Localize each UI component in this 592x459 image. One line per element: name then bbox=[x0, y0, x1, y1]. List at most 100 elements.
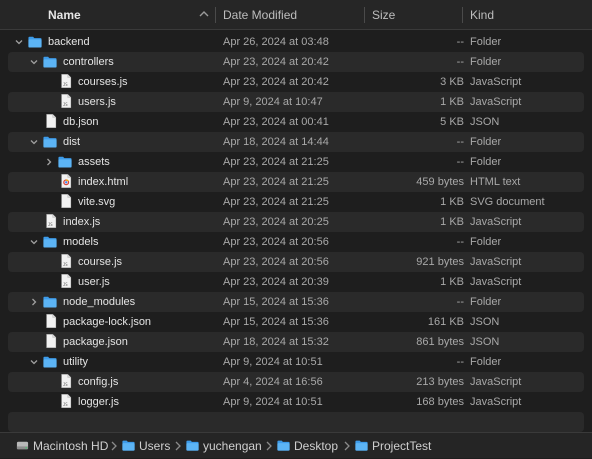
item-date-modified: Apr 23, 2024 at 20:25 bbox=[223, 216, 329, 228]
item-name: dist bbox=[63, 136, 81, 148]
file-row[interactable]: JS index.js Apr 23, 2024 at 20:25 1 KB JavaS… bbox=[8, 212, 584, 232]
javascript-file-icon: JS bbox=[46, 214, 57, 228]
item-date-modified: Apr 15, 2024 at 15:36 bbox=[223, 316, 329, 328]
item-size: 213 bytes bbox=[416, 376, 464, 388]
breadcrumb-item[interactable]: Desktop bbox=[294, 433, 338, 459]
item-kind: Folder bbox=[470, 136, 502, 148]
column-divider[interactable] bbox=[215, 7, 216, 23]
file-row[interactable]: JS user.js Apr 23, 2024 at 20:39 1 KB JavaSc… bbox=[8, 272, 584, 292]
folder-row[interactable]: node_modules Apr 15, 2024 at 15:36 -- Folde… bbox=[8, 292, 584, 312]
disclosure-chevron-down-icon[interactable] bbox=[29, 57, 39, 67]
column-divider[interactable] bbox=[364, 7, 365, 23]
item-size: 1 KB bbox=[440, 216, 464, 228]
item-size: 5 KB bbox=[440, 116, 464, 128]
javascript-file-icon: JS bbox=[61, 74, 72, 88]
javascript-file-icon: JS bbox=[61, 394, 72, 408]
item-date-modified: Apr 23, 2024 at 20:42 bbox=[223, 76, 329, 88]
folder-row[interactable]: models Apr 23, 2024 at 20:56 -- Folder bbox=[8, 232, 584, 252]
item-date-modified: Apr 23, 2024 at 20:42 bbox=[223, 56, 329, 68]
column-header-date-modified[interactable]: Date Modified bbox=[223, 0, 363, 30]
file-row[interactable]: JS logger.js Apr 9, 2024 at 10:51 168 bytes… bbox=[8, 392, 584, 412]
item-size: 1 KB bbox=[440, 196, 464, 208]
column-header-kind[interactable]: Kind bbox=[470, 0, 580, 30]
folder-row[interactable]: controllers Apr 23, 2024 at 20:42 -- Folder bbox=[8, 52, 584, 72]
item-name: assets bbox=[78, 156, 110, 168]
file-row[interactable]: package.json Apr 18, 2024 at 15:32 861 byt… bbox=[8, 332, 584, 352]
file-row[interactable]: JS users.js Apr 9, 2024 at 10:47 1 KB JavaSc… bbox=[8, 92, 584, 112]
file-row[interactable]: db.json Apr 23, 2024 at 00:41 5 KB JSON bbox=[8, 112, 584, 132]
file-row[interactable]: JS courses.js Apr 23, 2024 at 20:42 3 KB Jav… bbox=[8, 72, 584, 92]
document-file-icon bbox=[46, 314, 57, 328]
hard-drive-icon bbox=[16, 441, 29, 450]
svg-text:JS: JS bbox=[63, 282, 68, 287]
disclosure-chevron-down-icon[interactable] bbox=[29, 137, 39, 147]
folder-row[interactable]: backend Apr 26, 2024 at 03:48 -- Folder bbox=[8, 32, 584, 52]
folder-row[interactable]: dist Apr 18, 2024 at 14:44 -- Folder bbox=[8, 132, 584, 152]
item-date-modified: Apr 23, 2024 at 20:56 bbox=[223, 256, 329, 268]
breadcrumb-item[interactable]: Users bbox=[139, 433, 170, 459]
item-date-modified: Apr 23, 2024 at 21:25 bbox=[223, 176, 329, 188]
chevron-right-icon bbox=[344, 441, 350, 451]
item-name: course.js bbox=[78, 256, 123, 268]
item-size: 1 KB bbox=[440, 96, 464, 108]
chevron-right-icon bbox=[111, 441, 117, 451]
folder-icon bbox=[28, 36, 42, 48]
item-date-modified: Apr 9, 2024 at 10:51 bbox=[223, 396, 323, 408]
column-header-bar: Name Date Modified Size Kind bbox=[0, 0, 592, 30]
sort-chevron-up-icon[interactable] bbox=[198, 8, 210, 20]
item-name: db.json bbox=[63, 116, 99, 128]
path-bar: Macintosh HD Users yuchengan Desktop Project… bbox=[0, 432, 592, 458]
disclosure-chevron-down-icon[interactable] bbox=[29, 237, 39, 247]
disclosure-chevron-right-icon[interactable] bbox=[29, 297, 39, 307]
item-kind: JavaScript bbox=[470, 76, 522, 88]
item-kind: Folder bbox=[470, 56, 502, 68]
item-name: utility bbox=[63, 356, 89, 368]
column-divider[interactable] bbox=[462, 7, 463, 23]
document-file-icon bbox=[46, 334, 57, 348]
disclosure-chevron-down-icon[interactable] bbox=[14, 37, 24, 47]
item-name: index.html bbox=[78, 176, 129, 188]
item-kind: JavaScript bbox=[470, 376, 522, 388]
file-row[interactable]: vite.svg Apr 23, 2024 at 21:25 1 KB SVG doc… bbox=[8, 192, 584, 212]
breadcrumb-item[interactable]: ProjectTest bbox=[372, 433, 431, 459]
folder-row[interactable]: utility Apr 9, 2024 at 10:51 -- Folder bbox=[8, 352, 584, 372]
item-kind: Folder bbox=[470, 156, 502, 168]
item-size: -- bbox=[456, 136, 464, 148]
item-name: users.js bbox=[78, 96, 116, 108]
item-kind: Folder bbox=[470, 356, 502, 368]
item-size: 1 KB bbox=[440, 276, 464, 288]
svg-text:JS: JS bbox=[63, 382, 68, 387]
item-size: 861 bytes bbox=[416, 336, 464, 348]
item-size: -- bbox=[456, 356, 464, 368]
document-file-icon bbox=[46, 114, 57, 128]
folder-icon bbox=[43, 356, 57, 368]
disclosure-chevron-down-icon[interactable] bbox=[29, 357, 39, 367]
svg-text:JS: JS bbox=[63, 82, 68, 87]
item-date-modified: Apr 23, 2024 at 20:39 bbox=[223, 276, 329, 288]
column-header-name[interactable]: Name bbox=[48, 0, 218, 30]
file-row[interactable]: package-lock.json Apr 15, 2024 at 15:36 16… bbox=[8, 312, 584, 332]
file-row[interactable]: JS course.js Apr 23, 2024 at 20:56 921 byte… bbox=[8, 252, 584, 272]
javascript-file-icon: JS bbox=[61, 94, 72, 108]
breadcrumb-item[interactable]: Macintosh HD bbox=[33, 433, 108, 459]
file-row[interactable]: JS config.js Apr 4, 2024 at 16:56 213 bytes… bbox=[8, 372, 584, 392]
item-kind: JSON bbox=[470, 316, 500, 328]
item-kind: JSON bbox=[470, 116, 500, 128]
folder-row[interactable]: assets Apr 23, 2024 at 21:25 -- Folder bbox=[8, 152, 584, 172]
item-size: -- bbox=[456, 236, 464, 248]
disclosure-chevron-right-icon[interactable] bbox=[44, 157, 54, 167]
item-size: 459 bytes bbox=[416, 176, 464, 188]
item-date-modified: Apr 9, 2024 at 10:51 bbox=[223, 356, 323, 368]
column-header-size[interactable]: Size bbox=[372, 0, 452, 30]
item-kind: Folder bbox=[470, 296, 502, 308]
item-date-modified: Apr 23, 2024 at 21:25 bbox=[223, 196, 329, 208]
file-row[interactable]: index.html Apr 23, 2024 at 21:25 459 bytes… bbox=[8, 172, 584, 192]
folder-icon bbox=[43, 136, 57, 148]
item-size: -- bbox=[456, 296, 464, 308]
breadcrumb-item[interactable]: yuchengan bbox=[203, 433, 262, 459]
item-kind: JavaScript bbox=[470, 396, 522, 408]
item-name: package.json bbox=[63, 336, 128, 348]
item-date-modified: Apr 23, 2024 at 00:41 bbox=[223, 116, 329, 128]
svg-text:JS: JS bbox=[48, 222, 53, 227]
item-date-modified: Apr 18, 2024 at 15:32 bbox=[223, 336, 329, 348]
